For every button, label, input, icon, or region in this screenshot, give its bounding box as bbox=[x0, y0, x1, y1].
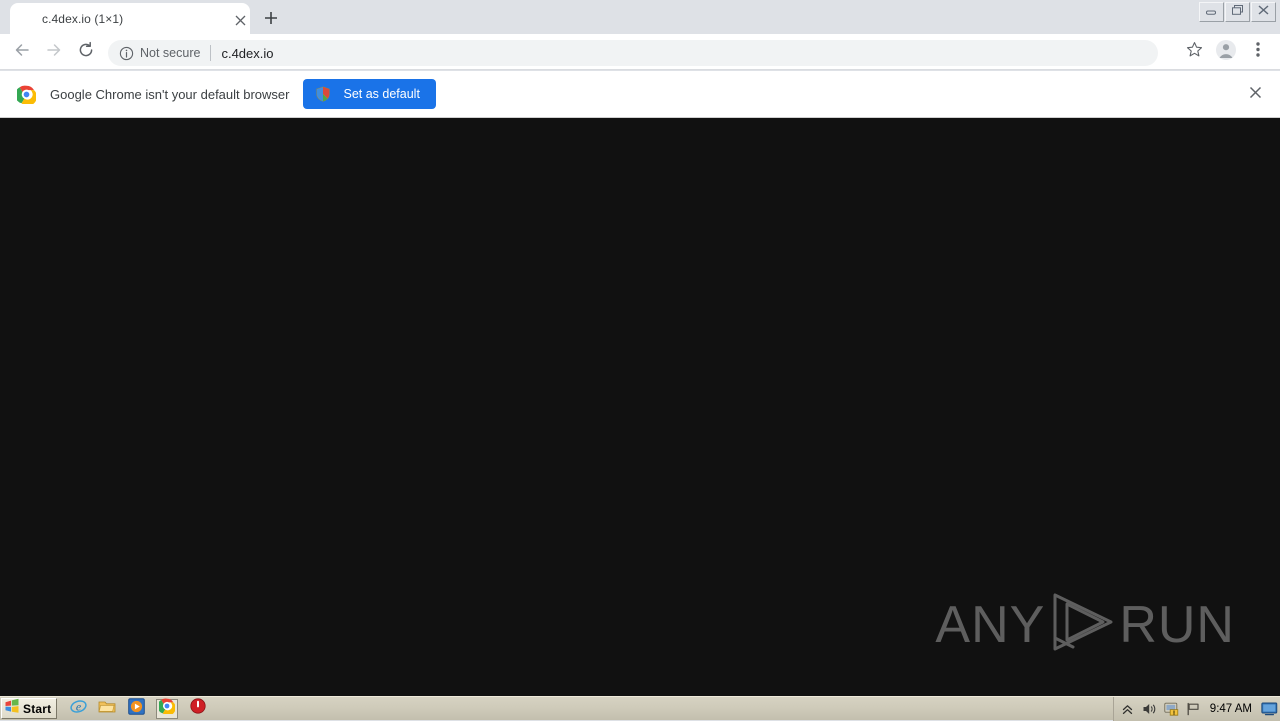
omnibox-divider bbox=[210, 45, 212, 61]
folder-icon bbox=[98, 698, 116, 719]
system-tray: 9:47 AM bbox=[1112, 697, 1280, 721]
browser-toolbar: Not secure c.4dex.io bbox=[0, 34, 1280, 70]
windows-taskbar: Start e 9:47 AM bbox=[0, 696, 1280, 721]
media-player-icon bbox=[128, 697, 145, 720]
anyrun-watermark: ANY RUN bbox=[935, 591, 1235, 658]
set-as-default-button[interactable]: Set as default bbox=[303, 79, 436, 109]
star-icon bbox=[1186, 41, 1203, 63]
new-tab-button[interactable] bbox=[258, 7, 284, 33]
close-button[interactable] bbox=[1251, 2, 1276, 22]
anyrun-watermark-left-text: ANY bbox=[935, 595, 1046, 654]
window-controls bbox=[1198, 1, 1276, 23]
anyrun-watermark-right-text: RUN bbox=[1119, 595, 1235, 654]
browser-tab[interactable]: c.4dex.io (1×1) bbox=[10, 3, 250, 34]
taskbar-item-media-player[interactable] bbox=[127, 697, 145, 720]
profile-button[interactable] bbox=[1212, 38, 1240, 66]
set-as-default-label: Set as default bbox=[343, 87, 420, 101]
tray-security-icon[interactable] bbox=[1164, 701, 1180, 717]
close-icon bbox=[1257, 3, 1270, 21]
arrow-right-icon bbox=[45, 41, 63, 64]
chrome-logo-icon bbox=[157, 698, 177, 719]
plus-icon bbox=[264, 11, 278, 30]
chrome-logo-icon bbox=[15, 85, 37, 106]
arrow-left-icon bbox=[13, 41, 31, 64]
browser-tabstrip: c.4dex.io (1×1) bbox=[0, 0, 1280, 34]
three-dots-icon bbox=[1256, 41, 1260, 63]
forward-button[interactable] bbox=[40, 38, 68, 66]
avatar-icon bbox=[1215, 39, 1237, 66]
anyrun-play-logo-icon bbox=[1047, 591, 1117, 658]
infobar-close-button[interactable] bbox=[1245, 85, 1265, 105]
minimize-icon bbox=[1205, 3, 1218, 21]
quick-launch-bar: e bbox=[69, 697, 207, 720]
red-power-icon bbox=[190, 698, 206, 719]
reload-button[interactable] bbox=[72, 38, 100, 66]
restore-button[interactable] bbox=[1225, 2, 1250, 22]
tab-title: c.4dex.io (1×1) bbox=[42, 12, 124, 26]
tab-close-icon[interactable] bbox=[232, 12, 248, 28]
info-circle-icon[interactable] bbox=[118, 45, 134, 61]
taskbar-item-shutdown[interactable] bbox=[189, 698, 207, 719]
address-bar-url: c.4dex.io bbox=[221, 45, 274, 61]
tray-clock[interactable]: 9:47 AM bbox=[1210, 703, 1252, 715]
page-content: ANY RUN bbox=[0, 118, 1280, 696]
tray-show-hidden-icon[interactable] bbox=[1120, 701, 1136, 717]
taskbar-item-file-explorer[interactable] bbox=[98, 700, 116, 718]
security-status-label: Not secure bbox=[140, 46, 201, 60]
restore-icon bbox=[1231, 3, 1244, 21]
minimize-button[interactable] bbox=[1199, 2, 1224, 22]
back-button[interactable] bbox=[8, 38, 36, 66]
taskbar-item-chrome[interactable] bbox=[156, 698, 179, 719]
bookmark-button[interactable] bbox=[1180, 38, 1208, 66]
windows-shield-icon bbox=[315, 86, 331, 102]
taskbar-item-internet-explorer[interactable]: e bbox=[69, 698, 87, 720]
infobar-message: Google Chrome isn't your default browser bbox=[50, 86, 290, 102]
svg-text:e: e bbox=[76, 699, 82, 713]
tray-volume-icon[interactable] bbox=[1142, 701, 1158, 717]
start-button-label: Start bbox=[23, 701, 52, 716]
chrome-menu-button[interactable] bbox=[1244, 38, 1272, 66]
tray-network-icon[interactable] bbox=[1186, 701, 1202, 717]
toolbar-right-actions bbox=[1180, 38, 1272, 66]
close-icon bbox=[1249, 86, 1262, 104]
internet-explorer-icon: e bbox=[70, 698, 87, 720]
default-browser-infobar: Google Chrome isn't your default browser… bbox=[0, 71, 1280, 118]
windows-flag-icon bbox=[4, 698, 20, 719]
start-button[interactable]: Start bbox=[1, 698, 58, 719]
show-desktop-icon[interactable] bbox=[1260, 701, 1278, 717]
reload-icon bbox=[77, 41, 95, 64]
address-bar[interactable]: Not secure c.4dex.io bbox=[108, 40, 1158, 66]
